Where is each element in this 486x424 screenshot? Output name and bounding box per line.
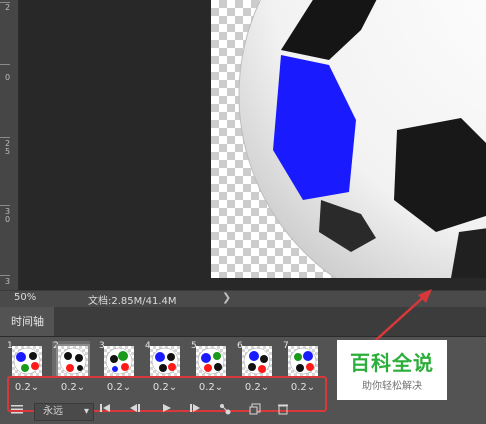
ball-thumbnail-icon (59, 347, 87, 375)
ball-thumbnail-icon (243, 347, 271, 375)
ball-thumbnail-icon (197, 347, 225, 375)
animation-frame[interactable]: 4 (144, 341, 182, 377)
loop-options-select[interactable]: 永远 ▾ (34, 403, 94, 421)
loop-label: 永远 (43, 406, 63, 417)
animation-frame[interactable]: 3 (98, 341, 136, 377)
ball-thumbnail-icon (105, 347, 133, 375)
frame-thumbnail (104, 346, 134, 376)
status-menu-arrow-icon[interactable]: ❯ (222, 291, 231, 304)
frame-thumbnail (150, 346, 180, 376)
soccer-ball-image (238, 0, 486, 278)
menu-lines-icon[interactable] (8, 403, 26, 419)
animation-frame[interactable]: 6 (236, 341, 274, 377)
ball-thumbnail-icon (151, 347, 179, 375)
frame-thumbnail (242, 346, 272, 376)
ruler-label: 3 (5, 277, 11, 286)
ruler-label: 0 (5, 215, 11, 224)
watermark-title: 百科全说 (350, 351, 434, 375)
animation-frame[interactable]: 1 (6, 341, 44, 377)
frame-thumbnail (56, 344, 90, 378)
animation-frame[interactable]: 5 (190, 341, 228, 377)
play-icon[interactable] (158, 403, 176, 419)
ruler-label: 2 (5, 3, 11, 12)
tween-icon[interactable] (216, 403, 234, 419)
document-size-info: 文档:2.85M/41.4M (88, 296, 177, 307)
next-frame-icon[interactable] (186, 403, 204, 419)
watermark-logo: 百科全说 助你轻松解决 (337, 340, 447, 400)
ball-thumbnail-icon (13, 347, 41, 375)
image-canvas[interactable] (211, 0, 486, 278)
tab-timeline[interactable]: 时间轴 (0, 307, 54, 336)
ruler-label: 0 (5, 73, 11, 82)
watermark-subtitle: 助你轻松解决 (362, 381, 422, 392)
duplicate-frame-icon[interactable] (246, 403, 264, 419)
frame-thumbnail (12, 346, 42, 376)
vertical-ruler: 2 0 2 5 3 0 3 (0, 0, 19, 290)
previous-frame-icon[interactable] (126, 403, 144, 419)
first-frame-icon[interactable] (96, 403, 114, 419)
chevron-down-icon: ▾ (83, 406, 89, 417)
animation-frame[interactable]: 2 (52, 341, 90, 378)
document-workspace[interactable] (19, 0, 486, 290)
ruler-label: 5 (5, 147, 11, 156)
trash-icon[interactable] (274, 403, 292, 419)
frame-thumbnail (196, 346, 226, 376)
zoom-level[interactable]: 50% (14, 292, 36, 303)
